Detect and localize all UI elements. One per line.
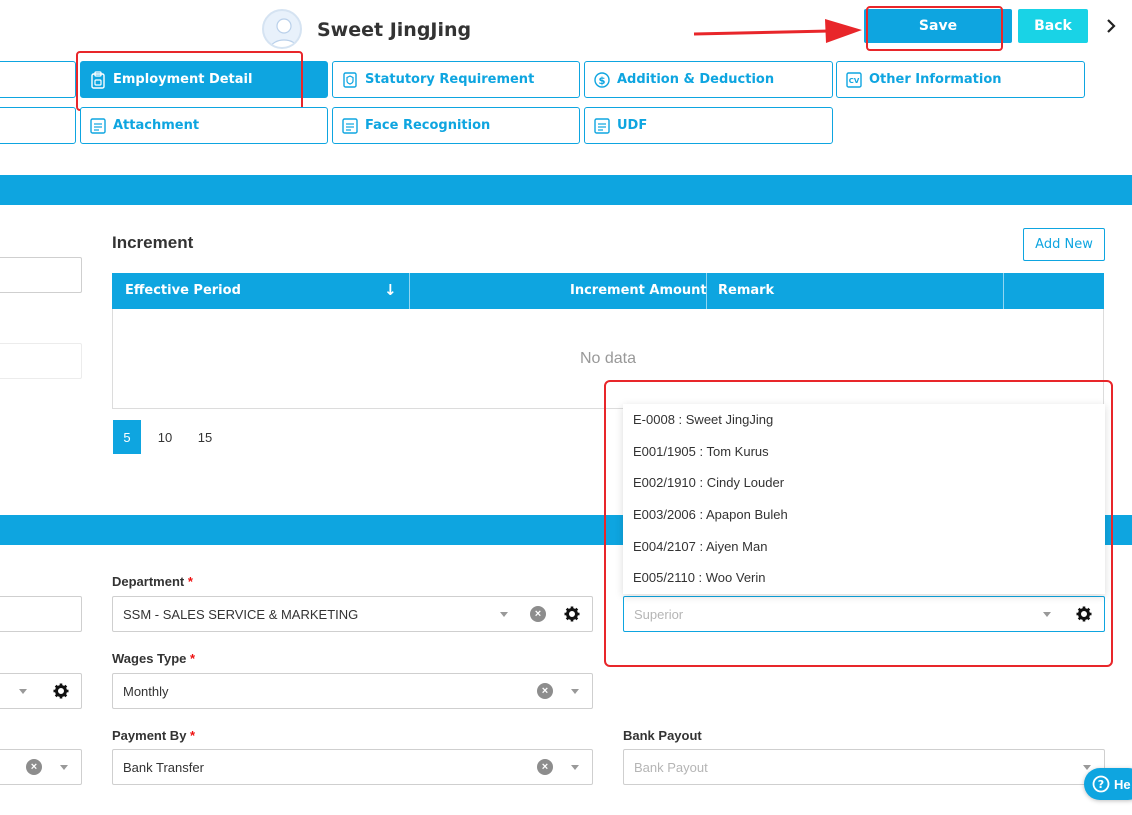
payment-by-select[interactable]: Bank Transfer × — [112, 749, 593, 785]
clear-icon[interactable]: × — [537, 683, 553, 699]
user-silhouette-icon — [270, 18, 298, 47]
employment-tab-highlight-box — [76, 51, 303, 111]
tab-face-recognition[interactable]: Face Recognition — [332, 107, 580, 144]
gear-icon[interactable] — [564, 606, 580, 622]
increment-grid-header: Effective Period ↓ Increment Amount Rema… — [112, 273, 1104, 309]
document-icon — [89, 117, 107, 135]
column-increment-amount[interactable]: Increment Amount — [570, 283, 707, 298]
wages-type-select[interactable]: Monthly × — [112, 673, 593, 709]
tab-label: Statutory Requirement — [365, 72, 535, 87]
column-divider — [1003, 273, 1004, 309]
department-label: Department * — [112, 574, 193, 589]
tab-label: Face Recognition — [365, 118, 491, 133]
chevron-down-icon[interactable] — [571, 689, 579, 694]
left-select-1[interactable] — [0, 673, 82, 709]
tab-addition-deduction[interactable]: $ Addition & Deduction — [584, 61, 833, 98]
department-select[interactable]: SSM - SALES SERVICE & MARKETING × — [112, 596, 593, 632]
chevron-down-icon[interactable] — [19, 689, 27, 694]
left-field-3[interactable] — [0, 596, 82, 632]
clear-icon[interactable]: × — [26, 759, 42, 775]
column-remark[interactable]: Remark — [718, 283, 774, 298]
employee-name: Sweet JingJing — [317, 19, 472, 41]
required-marker: * — [187, 574, 193, 589]
bank-payout-select[interactable]: Bank Payout — [623, 749, 1105, 785]
tab-label: Attachment — [113, 118, 200, 133]
payment-by-label: Payment By * — [112, 728, 195, 743]
avatar — [262, 9, 302, 49]
svg-text:CV: CV — [849, 77, 860, 85]
add-new-button[interactable]: Add New — [1023, 228, 1105, 261]
clear-icon[interactable]: × — [537, 759, 553, 775]
left-field-2[interactable] — [0, 343, 82, 379]
page-size-10[interactable]: 10 — [151, 420, 179, 454]
tab-label: Addition & Deduction — [617, 72, 775, 87]
tab-other-information[interactable]: CV Other Information — [836, 61, 1085, 98]
chevron-down-icon[interactable] — [571, 765, 579, 770]
shield-icon — [341, 71, 359, 89]
bank-payout-label: Bank Payout — [623, 728, 702, 743]
tab-previous[interactable] — [0, 61, 76, 98]
department-value: SSM - SALES SERVICE & MARKETING — [123, 606, 359, 622]
increment-title: Increment — [112, 233, 194, 252]
chevron-down-icon[interactable] — [60, 765, 68, 770]
question-icon: ? — [1092, 775, 1110, 793]
chevron-down-icon[interactable] — [1083, 765, 1091, 770]
payment-by-value: Bank Transfer — [123, 759, 204, 775]
tab-statutory-requirement[interactable]: Statutory Requirement — [332, 61, 580, 98]
tab-label: UDF — [617, 118, 648, 133]
page-size-15[interactable]: 15 — [191, 420, 219, 454]
cv-icon: CV — [845, 71, 863, 89]
department-label-text: Department — [112, 574, 185, 589]
svg-text:?: ? — [1098, 778, 1104, 791]
save-highlight-box — [866, 6, 1003, 51]
required-marker: * — [190, 651, 196, 666]
left-field-1[interactable] — [0, 257, 82, 293]
back-button[interactable]: Back — [1018, 9, 1088, 43]
wages-type-value: Monthly — [123, 683, 169, 699]
sort-down-icon[interactable]: ↓ — [384, 281, 397, 299]
wages-type-label-text: Wages Type — [112, 651, 187, 666]
tab-attachment[interactable]: Attachment — [80, 107, 328, 144]
payment-by-label-text: Payment By — [112, 728, 187, 743]
column-divider — [706, 273, 707, 309]
section-header-bar — [0, 175, 1132, 205]
document-icon — [593, 117, 611, 135]
page-size-5[interactable]: 5 — [113, 420, 141, 454]
tab-previous-row2[interactable] — [0, 107, 76, 144]
document-icon — [341, 117, 359, 135]
clear-icon[interactable]: × — [530, 606, 546, 622]
chevron-down-icon[interactable] — [500, 612, 508, 617]
empty-text: No data — [579, 349, 637, 367]
tab-udf[interactable]: UDF — [584, 107, 833, 144]
required-marker: * — [190, 728, 196, 743]
column-effective-period[interactable]: Effective Period — [125, 283, 241, 298]
help-button[interactable]: ? He — [1084, 768, 1132, 800]
gear-icon[interactable] — [53, 683, 69, 699]
wages-type-label: Wages Type * — [112, 651, 195, 666]
help-label: He — [1114, 776, 1131, 792]
svg-text:$: $ — [599, 76, 606, 87]
chevron-right-icon[interactable] — [1100, 14, 1122, 38]
tab-label: Other Information — [869, 72, 1002, 87]
left-select-2[interactable]: × — [0, 749, 82, 785]
column-divider — [409, 273, 410, 309]
bank-payout-placeholder: Bank Payout — [634, 759, 708, 775]
dollar-icon: $ — [593, 71, 611, 89]
superior-highlight-box — [604, 380, 1113, 667]
annotation-arrow-icon — [693, 19, 862, 43]
